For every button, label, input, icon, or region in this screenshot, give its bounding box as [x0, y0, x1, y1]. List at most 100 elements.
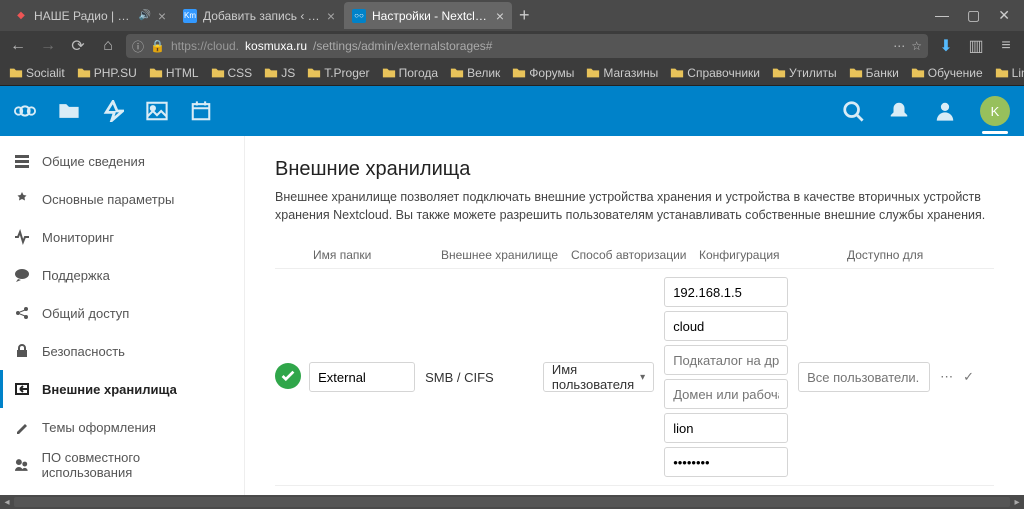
sidebar-item-sharing[interactable]: Общий доступ: [0, 294, 244, 332]
url-path: /settings/admin/externalstorages#: [313, 39, 492, 53]
maximize-icon[interactable]: ▢: [967, 7, 980, 24]
content-area: Внешние хранилища Внешнее хранилище позв…: [245, 136, 1024, 495]
sidebar-item-support[interactable]: Поддержка: [0, 256, 244, 294]
chevron-down-icon: ▾: [640, 372, 645, 383]
available-for-input[interactable]: [798, 362, 930, 392]
url-input[interactable]: ⓘ 🔒 https://cloud. kosmuxa.ru/settings/ad…: [126, 34, 928, 58]
col-avail: Доступно для: [847, 248, 956, 262]
close-window-icon[interactable]: ✕: [998, 7, 1010, 24]
info-icon[interactable]: ⓘ: [132, 38, 144, 55]
minimize-icon[interactable]: —: [935, 7, 949, 24]
more-icon[interactable]: ⋯: [940, 369, 953, 385]
gallery-icon[interactable]: [146, 100, 168, 122]
more-icon[interactable]: ⋯: [893, 39, 905, 53]
bookmark-item[interactable]: PHP.SU: [74, 64, 140, 82]
scroll-track[interactable]: [14, 497, 1010, 507]
activity-icon[interactable]: [102, 100, 124, 122]
sidebar-item-events[interactable]: События: [0, 484, 244, 495]
bookmarks-bar: Socialit PHP.SU HTML CSS JS T.Proger Пог…: [0, 61, 1024, 86]
browser-scrollbar[interactable]: ◂ ▸: [0, 495, 1024, 509]
browser-titlebar: ◆ НАШЕ Радио | Онлайн-пла 🔊 × Km Добавит…: [0, 0, 1024, 31]
menu-button[interactable]: ≡: [994, 37, 1018, 55]
bookmark-item[interactable]: JS: [261, 64, 298, 82]
url-domain: kosmuxa.ru: [245, 39, 307, 53]
sidebar-item-security[interactable]: Безопасность: [0, 332, 244, 370]
files-icon[interactable]: [58, 100, 80, 122]
table-header: Имя папки Внешнее хранилище Способ автор…: [275, 242, 994, 269]
download-button[interactable]: ⬇: [934, 36, 958, 56]
contacts-icon[interactable]: [934, 100, 956, 122]
sidebar-item-overview[interactable]: Общие сведения: [0, 142, 244, 180]
back-button[interactable]: ←: [6, 37, 30, 55]
notifications-icon[interactable]: [888, 100, 910, 122]
scroll-left-icon[interactable]: ◂: [0, 497, 14, 508]
sidebar-item-basic[interactable]: Основные параметры: [0, 180, 244, 218]
tab-title: Добавить запись ‹ Kosmuxa.r…: [203, 9, 321, 23]
close-icon[interactable]: ×: [158, 8, 166, 24]
add-storage-row: Добавить хранили▾: [275, 486, 994, 495]
bookmark-item[interactable]: Утилиты: [769, 64, 840, 82]
config-user-input[interactable]: [664, 413, 788, 443]
search-icon[interactable]: [842, 100, 864, 122]
tab-title: Настройки - Nextcloud: [372, 9, 490, 23]
home-button[interactable]: ⌂: [96, 37, 120, 55]
storage-row: SMB / CIFS Имя пользователя▾ ⋯ ✓: [275, 269, 994, 486]
favicon-icon: ◆: [14, 9, 28, 23]
browser-addressbar: ← → ⟳ ⌂ ⓘ 🔒 https://cloud. kosmuxa.ru/set…: [0, 31, 1024, 61]
auth-select[interactable]: Имя пользователя▾: [543, 362, 654, 392]
page-title: Внешние хранилища: [275, 158, 994, 181]
close-icon[interactable]: ×: [496, 8, 504, 24]
bookmark-item[interactable]: Магазины: [583, 64, 661, 82]
app-header: K: [0, 86, 1024, 136]
calendar-icon[interactable]: [190, 100, 212, 122]
nextcloud-logo-icon[interactable]: [14, 100, 36, 122]
config-pass-input[interactable]: [664, 447, 788, 477]
new-tab-button[interactable]: +: [519, 5, 530, 26]
browser-tab-active[interactable]: ○○ Настройки - Nextcloud ×: [344, 2, 512, 29]
bookmark-item[interactable]: Форумы: [509, 64, 577, 82]
star-icon[interactable]: ☆: [911, 39, 922, 53]
bookmark-item[interactable]: Linux: [992, 64, 1024, 82]
favicon-icon: ○○: [352, 9, 366, 23]
status-ok-icon: [275, 363, 309, 392]
bookmark-item[interactable]: Socialit: [6, 64, 68, 82]
library-button[interactable]: ▥: [964, 36, 988, 56]
backend-label: SMB / CIFS: [425, 362, 543, 392]
bookmark-item[interactable]: Обучение: [908, 64, 986, 82]
sidebar-item-theming[interactable]: Темы оформления: [0, 408, 244, 446]
bookmark-item[interactable]: Справочники: [667, 64, 763, 82]
settings-sidebar: Общие сведения Основные параметры Монито…: [0, 136, 245, 495]
page-description: Внешнее хранилище позволяет подключать в…: [275, 189, 994, 224]
reload-button[interactable]: ⟳: [66, 36, 90, 56]
bookmark-item[interactable]: HTML: [146, 64, 202, 82]
browser-tab[interactable]: Km Добавить запись ‹ Kosmuxa.r… ×: [175, 2, 343, 29]
close-icon[interactable]: ×: [327, 8, 335, 24]
col-backend: Внешнее хранилище: [441, 248, 571, 262]
config-host-input[interactable]: [664, 277, 788, 307]
bookmark-item[interactable]: Банки: [846, 64, 902, 82]
favicon-icon: Km: [183, 9, 197, 23]
scroll-right-icon[interactable]: ▸: [1010, 497, 1024, 508]
bookmark-item[interactable]: T.Proger: [304, 64, 372, 82]
bookmark-item[interactable]: CSS: [208, 64, 256, 82]
browser-tab[interactable]: ◆ НАШЕ Радио | Онлайн-пла 🔊 ×: [6, 2, 174, 29]
config-share-input[interactable]: [664, 311, 788, 341]
bookmark-item[interactable]: Погода: [379, 64, 442, 82]
config-subfolder-input[interactable]: [664, 345, 788, 375]
folder-name-input[interactable]: [309, 362, 415, 392]
apply-icon[interactable]: ✓: [963, 369, 974, 385]
col-auth: Способ авторизации: [571, 248, 699, 262]
config-domain-input[interactable]: [664, 379, 788, 409]
sidebar-item-monitoring[interactable]: Мониторинг: [0, 218, 244, 256]
sound-icon[interactable]: 🔊: [138, 9, 152, 23]
lock-icon: 🔒: [150, 39, 165, 53]
sidebar-item-groupware[interactable]: ПО совместного использования: [0, 446, 244, 484]
tab-title: НАШЕ Радио | Онлайн-пла: [34, 9, 132, 23]
bookmark-item[interactable]: Велик: [447, 64, 503, 82]
avatar[interactable]: K: [980, 96, 1010, 126]
sidebar-item-external-storage[interactable]: Внешние хранилища: [0, 370, 244, 408]
col-config: Конфигурация: [699, 248, 847, 262]
col-foldername: Имя папки: [313, 248, 441, 262]
url-protocol: https://cloud.: [171, 39, 239, 53]
forward-button[interactable]: →: [36, 37, 60, 55]
